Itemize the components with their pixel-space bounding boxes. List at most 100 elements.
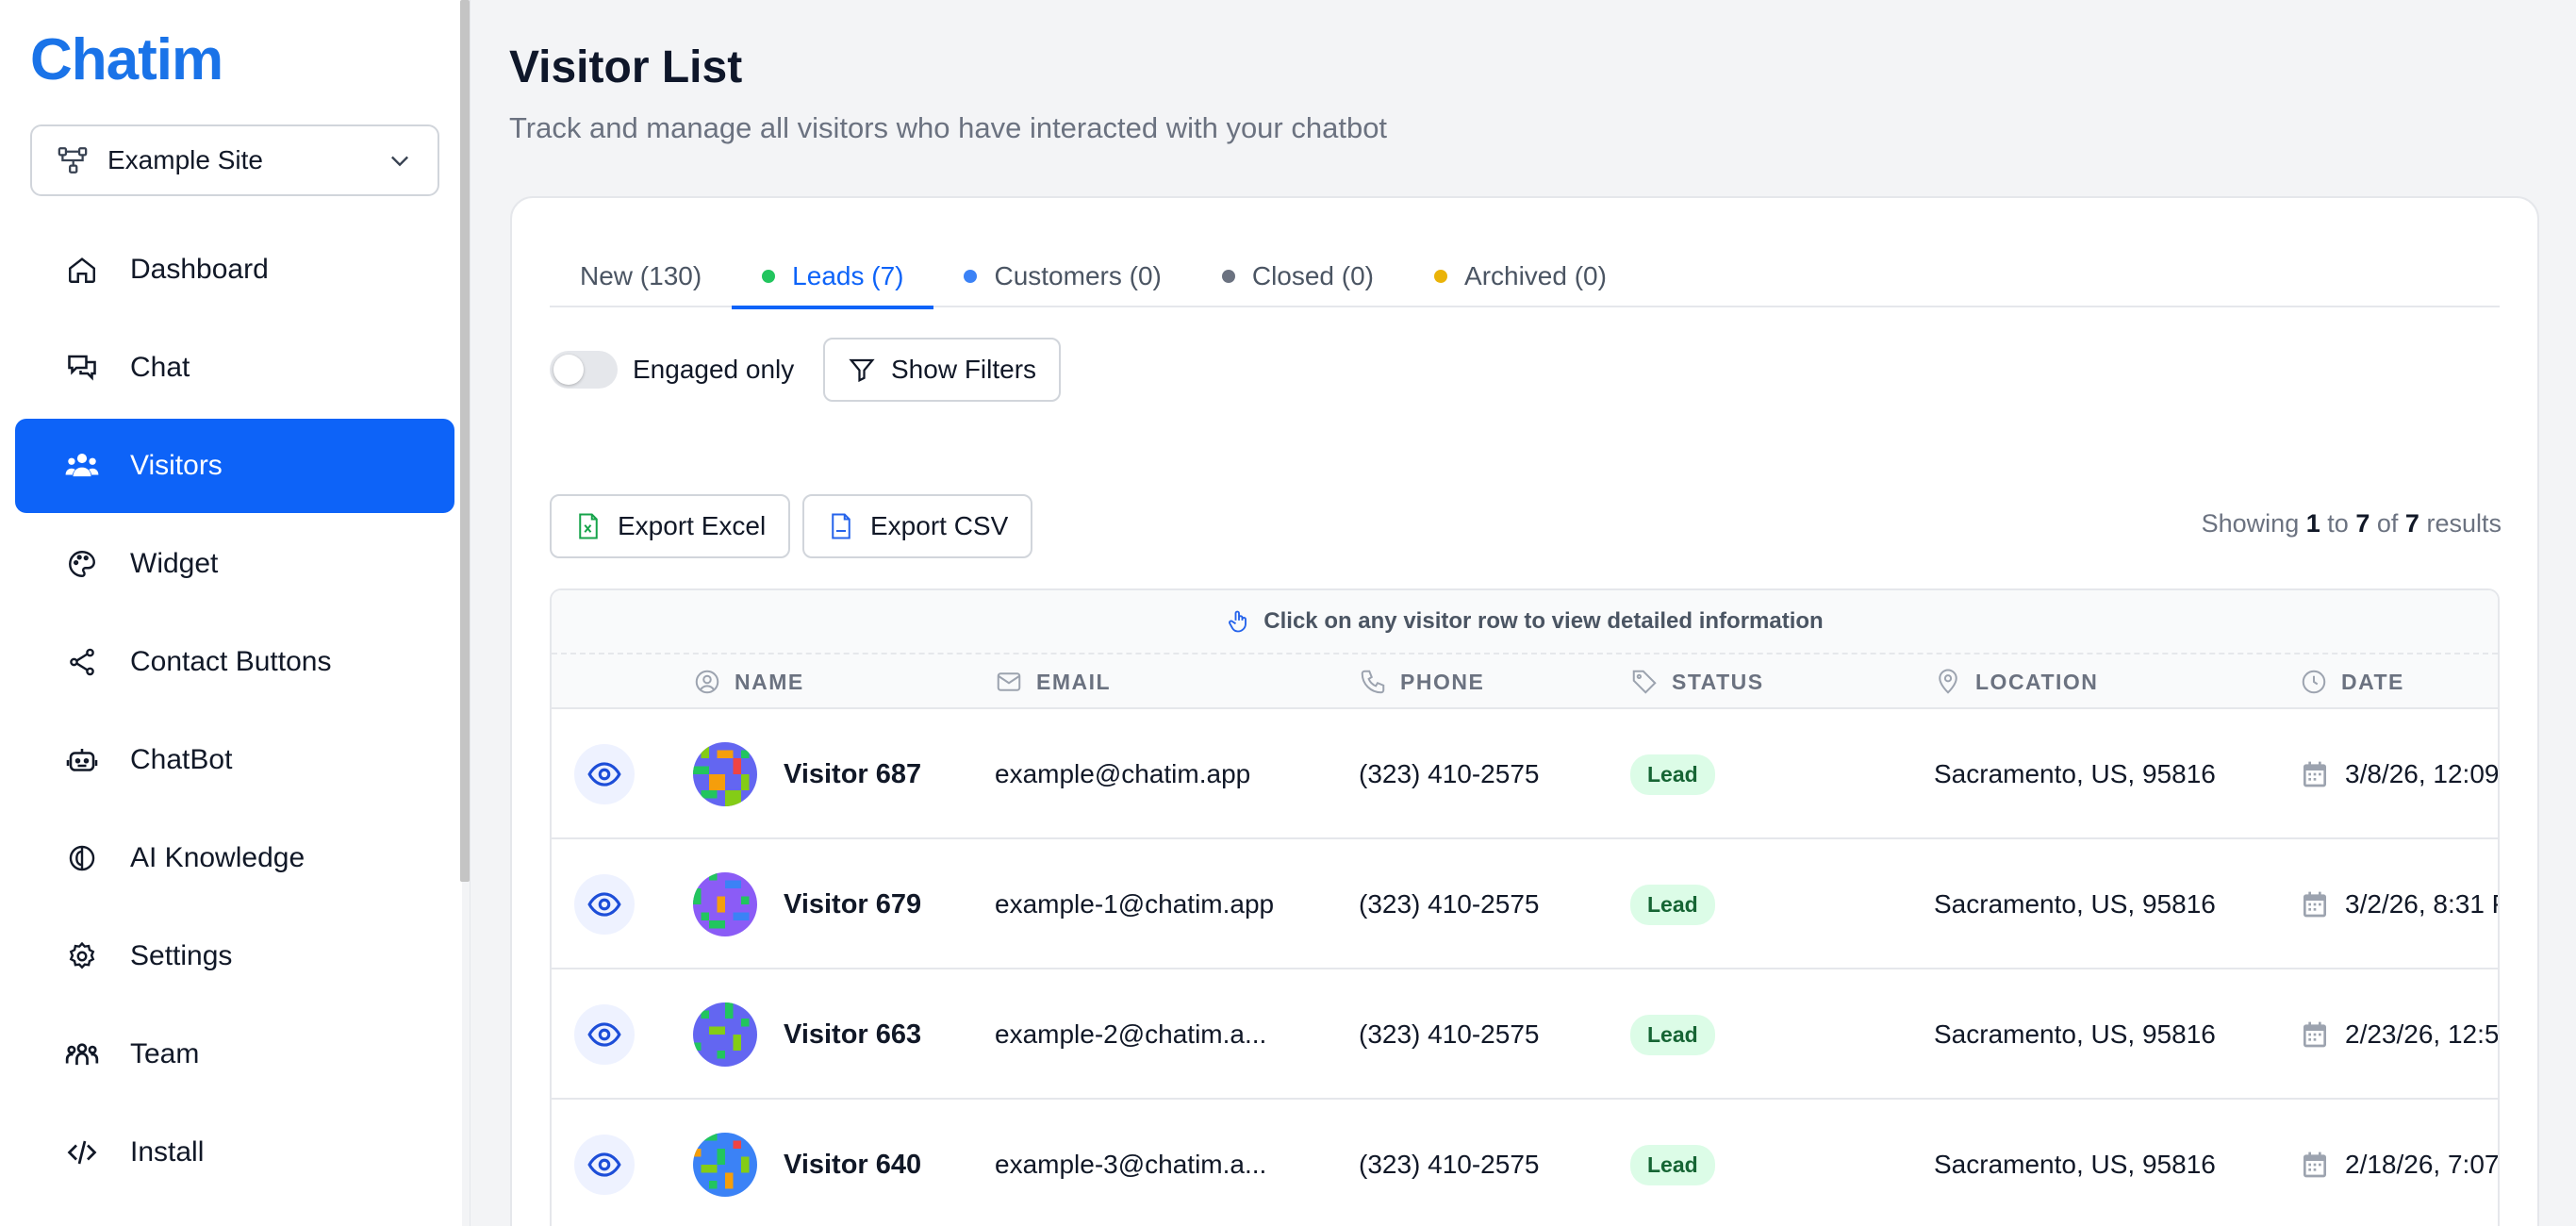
- column-label: NAME: [735, 669, 804, 694]
- palette-icon: [64, 546, 100, 582]
- chevron-down-icon: [391, 156, 408, 167]
- sidebar-item-chatbot[interactable]: ChatBot: [15, 713, 454, 807]
- tab-closed[interactable]: Closed (0): [1192, 245, 1404, 307]
- tab-label: Archived (0): [1464, 261, 1607, 290]
- table-row[interactable]: Visitor 663 example-2@chatim.a... (323) …: [552, 969, 2498, 1100]
- sidebar-item-team[interactable]: Team: [15, 1007, 454, 1102]
- column-header-email[interactable]: EMAIL: [995, 654, 1111, 709]
- export-excel-button[interactable]: Export Excel: [550, 494, 791, 558]
- table-row[interactable]: Visitor 640 example-3@chatim.a... (323) …: [552, 1100, 2498, 1226]
- show-filters-label: Show Filters: [891, 355, 1037, 384]
- eye-icon: [587, 1022, 621, 1047]
- sidebar-item-install[interactable]: Install: [15, 1105, 454, 1200]
- view-visitor-button[interactable]: [574, 1135, 635, 1195]
- view-visitor-button[interactable]: [574, 1004, 635, 1065]
- sidebar-item-settings[interactable]: Settings: [15, 909, 454, 1003]
- column-header-location[interactable]: LOCATION: [1934, 654, 2098, 709]
- status-dot-icon: [964, 270, 978, 283]
- csv-file-icon: [832, 513, 850, 539]
- status-badge: Lead: [1630, 884, 1715, 925]
- column-label: PHONE: [1400, 669, 1485, 694]
- page-subtitle: Track and manage all visitors who have i…: [509, 111, 1388, 144]
- results-to: 7: [2355, 509, 2370, 538]
- visitor-phone: (323) 410-2575: [1359, 889, 1540, 919]
- sidebar-item-chat[interactable]: Chat: [15, 321, 454, 415]
- visitor-email: example-1@chatim.app: [995, 889, 1275, 919]
- results-total: 7: [2404, 509, 2419, 538]
- brain-icon: [64, 840, 100, 876]
- users-icon: [64, 448, 100, 484]
- tab-archived[interactable]: Archived (0): [1404, 245, 1637, 307]
- table-row[interactable]: Visitor 679 example-1@chatim.app (323) 4…: [552, 839, 2498, 969]
- visitor-name: Visitor 640: [784, 1149, 922, 1180]
- visitor-email: example-2@chatim.a...: [995, 1019, 1267, 1049]
- tag-icon: [1632, 670, 1657, 694]
- export-excel-label: Export Excel: [618, 511, 767, 540]
- sidebar-item-contact-buttons[interactable]: Contact Buttons: [15, 615, 454, 709]
- sitemap-icon: [58, 147, 88, 174]
- eye-icon: [587, 1152, 621, 1177]
- avatar: [693, 1002, 757, 1067]
- visitor-name: Visitor 663: [784, 1019, 922, 1050]
- status-dot-icon: [762, 270, 776, 283]
- view-visitor-button[interactable]: [574, 744, 635, 804]
- clock-icon: [2302, 670, 2326, 694]
- results-of-word: of: [2376, 509, 2399, 538]
- export-csv-button[interactable]: Export CSV: [802, 494, 1033, 558]
- view-visitor-button[interactable]: [574, 874, 635, 935]
- visitor-location: Sacramento, US, 95816: [1934, 889, 2216, 919]
- column-label: EMAIL: [1036, 669, 1112, 694]
- avatar: [693, 872, 757, 936]
- engaged-only-toggle[interactable]: [550, 351, 618, 389]
- site-selector-value: Example Site: [107, 145, 263, 174]
- column-label: STATUS: [1672, 669, 1764, 694]
- column-label: LOCATION: [1975, 669, 2099, 694]
- visitor-phone: (323) 410-2575: [1359, 1150, 1540, 1179]
- visitor-phone: (323) 410-2575: [1359, 759, 1540, 788]
- tab-new[interactable]: New (130): [550, 245, 732, 307]
- sidebar-item-ai-knowledge[interactable]: AI Knowledge: [15, 811, 454, 905]
- calendar-icon: [2304, 891, 2326, 918]
- sidebar-item-visitors[interactable]: Visitors: [15, 419, 454, 513]
- sidebar-item-widget[interactable]: Widget: [15, 517, 454, 611]
- engaged-only-label: Engaged only: [633, 355, 795, 384]
- mail-icon: [997, 672, 1021, 691]
- column-label: DATE: [2341, 669, 2404, 694]
- tab-leads[interactable]: Leads (7): [732, 245, 934, 309]
- filter-icon: [849, 358, 875, 383]
- status-tabs: New (130) Leads (7) Customers (0) Closed…: [550, 245, 2500, 309]
- table-row[interactable]: Visitor 687 example@chatim.app (323) 410…: [552, 709, 2498, 839]
- column-header-name[interactable]: NAME: [693, 654, 804, 709]
- sidebar-item-dashboard[interactable]: Dashboard: [15, 223, 454, 317]
- visitor-location: Sacramento, US, 95816: [1934, 1019, 2216, 1049]
- eye-icon: [587, 892, 621, 917]
- calendar-icon: [2304, 1021, 2326, 1048]
- tab-customers[interactable]: Customers (0): [933, 245, 1191, 307]
- visitor-location: Sacramento, US, 95816: [1934, 759, 2216, 788]
- visitor-name: Visitor 687: [784, 758, 922, 789]
- sidebar-item-label: AI Knowledge: [130, 842, 305, 873]
- avatar: [693, 1133, 757, 1197]
- sidebar-scrollbar[interactable]: [460, 0, 470, 882]
- show-filters-button[interactable]: Show Filters: [823, 338, 1062, 402]
- sidebar-divider: [470, 0, 471, 1226]
- team-icon: [64, 1036, 100, 1072]
- tab-label: Customers (0): [994, 261, 1162, 290]
- results-prefix: Showing: [2201, 509, 2300, 538]
- column-header-status[interactable]: STATUS: [1630, 654, 1764, 709]
- visitor-email: example@chatim.app: [995, 759, 1251, 788]
- visitor-date: 2/18/26, 7:07: [2345, 1150, 2500, 1179]
- phone-icon: [1361, 670, 1385, 694]
- pointer-hand-icon: [1229, 610, 1247, 633]
- column-header-phone[interactable]: PHONE: [1359, 654, 1484, 709]
- column-header-date[interactable]: DATE: [2300, 654, 2404, 709]
- sidebar-item-label: Chat: [130, 352, 190, 383]
- bot-icon: [64, 742, 100, 778]
- calendar-icon: [2304, 1151, 2326, 1178]
- results-count: Showing 1 to 7 of 7 results: [2202, 509, 2502, 538]
- app-logo[interactable]: Chatim: [30, 26, 223, 93]
- visitor-date: 3/2/26, 8:31 P: [2345, 889, 2500, 919]
- sidebar-nav: Dashboard Chat Visitors Widget Contact B…: [15, 223, 454, 1203]
- visitor-name: Visitor 679: [784, 888, 922, 920]
- site-selector[interactable]: Example Site: [30, 124, 439, 196]
